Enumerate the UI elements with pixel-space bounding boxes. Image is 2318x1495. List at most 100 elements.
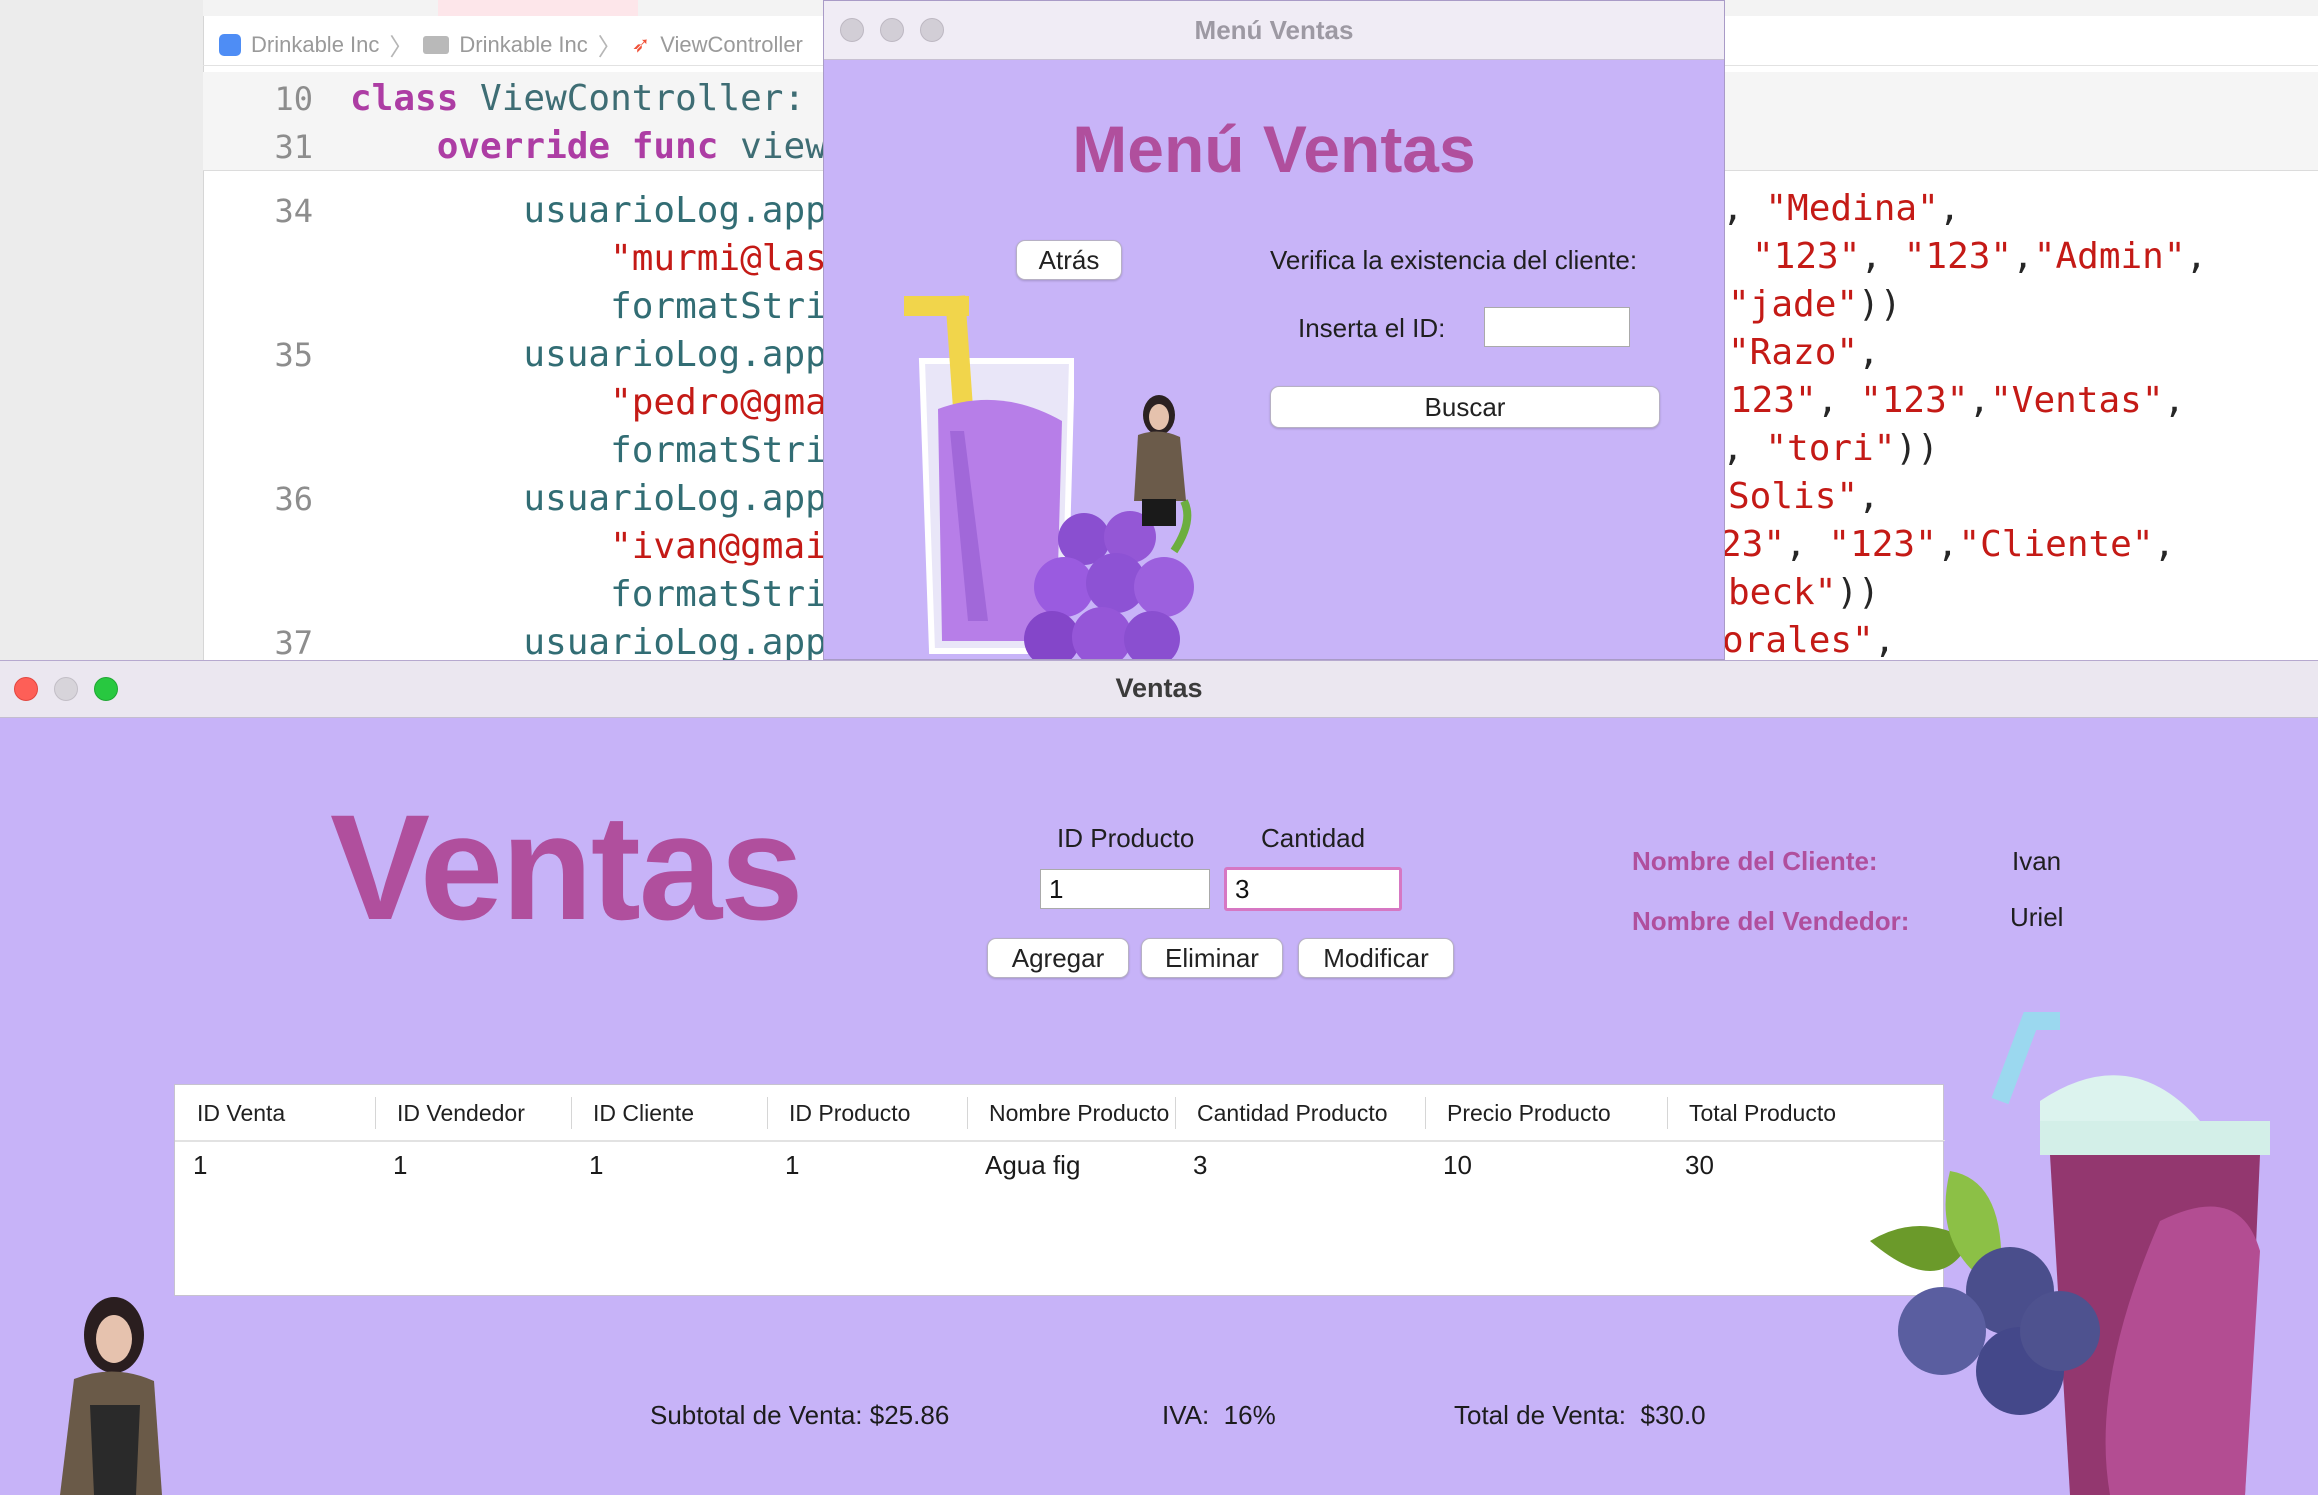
quantity-input[interactable]: 3 xyxy=(1224,867,1402,911)
code-line[interactable]: "ivan@gmai xyxy=(350,524,827,570)
code-token: , xyxy=(2153,524,2176,565)
code-line[interactable]: beck")) xyxy=(1728,570,1880,616)
code-line[interactable]: override func view xyxy=(350,124,827,170)
app-icon xyxy=(219,33,241,56)
code-line[interactable]: "Razo", xyxy=(1728,330,1880,376)
code-line[interactable]: formatStri xyxy=(350,572,827,618)
code-token: "Ventas" xyxy=(1990,380,2164,421)
code-token: "123" xyxy=(1903,236,2013,277)
code-line[interactable]: usuarioLog.app xyxy=(350,188,826,234)
code-token: "123" xyxy=(1752,236,1861,277)
column-header[interactable]: Precio Producto xyxy=(1425,1085,1667,1141)
table-cell[interactable]: 3 xyxy=(1175,1143,1425,1187)
add-button[interactable]: Agregar xyxy=(987,938,1129,978)
code-token: orales" xyxy=(1722,620,1874,660)
ventas-window: Ventas Ventas ID Producto Cantidad 1 3 A… xyxy=(0,660,2318,1495)
code-line[interactable]: formatStri xyxy=(350,428,827,474)
title-bar[interactable]: Menú Ventas xyxy=(824,1,1724,60)
table-cell[interactable]: 1 xyxy=(375,1143,571,1187)
code-token: , xyxy=(1938,188,1961,229)
modify-button[interactable]: Modificar xyxy=(1298,938,1454,978)
header-divider xyxy=(175,1141,1943,1142)
code-token: , xyxy=(1936,524,1959,565)
subtotal: Subtotal de Venta: $25.86 xyxy=(650,1400,949,1431)
column-header[interactable]: Cantidad Producto xyxy=(1175,1085,1425,1141)
subtotal-label: Subtotal de Venta: xyxy=(650,1400,863,1430)
code-line[interactable]: "jade")) xyxy=(1728,282,1901,328)
product-id-input[interactable]: 1 xyxy=(1040,869,1210,909)
code-line[interactable]: class ViewController: xyxy=(350,76,805,122)
column-header[interactable]: ID Cliente xyxy=(571,1085,767,1141)
folder-icon xyxy=(423,35,450,54)
code-token: Solis" xyxy=(1728,476,1859,517)
client-id-input[interactable] xyxy=(1484,307,1630,347)
code-token: formatStri xyxy=(350,286,827,327)
code-line[interactable]: orales", xyxy=(1722,618,1895,660)
client-name-label: Nombre del Cliente: xyxy=(1632,846,1878,876)
code-token: , xyxy=(1785,524,1829,565)
code-line[interactable]: "murmi@las xyxy=(350,236,827,282)
line-number: 10 xyxy=(274,80,313,118)
code-line[interactable]: "pedro@gma xyxy=(350,380,827,426)
column-divider[interactable] xyxy=(375,1097,376,1129)
code-line[interactable]: usuarioLog.app xyxy=(350,620,826,660)
code-token: , xyxy=(1858,476,1880,517)
column-divider[interactable] xyxy=(571,1097,572,1129)
search-button[interactable]: Buscar xyxy=(1270,386,1660,428)
column-divider[interactable] xyxy=(767,1097,768,1129)
code-token: ViewController: xyxy=(480,78,806,119)
total: Total de Venta: $30.0 xyxy=(1454,1400,1706,1431)
active-tab[interactable] xyxy=(438,0,638,16)
code-token: "ivan@gmai xyxy=(350,526,827,567)
code-token: "Cliente" xyxy=(1958,524,2154,565)
column-divider[interactable] xyxy=(967,1097,968,1129)
seller-name-label: Nombre del Vendedor: xyxy=(1632,906,1910,936)
code-token: formatStri xyxy=(350,430,827,471)
code-token: , xyxy=(1968,380,1991,421)
table-cell[interactable]: 1 xyxy=(571,1143,767,1187)
code-token: , xyxy=(1873,620,1896,660)
delete-button[interactable]: Eliminar xyxy=(1141,938,1283,978)
code-token: "jade" xyxy=(1728,284,1859,325)
column-header[interactable]: ID Producto xyxy=(767,1085,967,1141)
iva-label: IVA: xyxy=(1162,1400,1210,1430)
column-divider[interactable] xyxy=(1667,1097,1668,1129)
quantity-label: Cantidad xyxy=(1261,823,1366,853)
breadcrumb-item[interactable]: Drinkable Inc xyxy=(251,32,379,58)
table-cell[interactable]: Agua fig xyxy=(967,1143,1175,1187)
code-line[interactable]: usuarioLog.app xyxy=(350,476,826,522)
back-button[interactable]: Atrás xyxy=(1016,240,1122,280)
code-token: , xyxy=(2012,236,2034,277)
column-divider[interactable] xyxy=(1175,1097,1176,1129)
code-token: , xyxy=(1722,188,1766,229)
table-cell[interactable]: 1 xyxy=(175,1143,375,1187)
code-line[interactable]: 23", "123","Cliente", xyxy=(1720,522,2175,568)
column-header[interactable]: ID Vendedor xyxy=(375,1085,571,1141)
person-photo xyxy=(60,1297,162,1495)
code-line[interactable]: , "tori")) xyxy=(1722,426,1939,472)
sales-table[interactable]: ID Venta ID Vendedor ID Cliente ID Producto… xyxy=(174,1084,1945,1296)
code-line[interactable]: usuarioLog.app xyxy=(350,332,826,378)
code-token: beck" xyxy=(1728,572,1837,613)
code-line[interactable]: Solis", xyxy=(1728,474,1880,520)
table-cell[interactable]: 1 xyxy=(767,1143,967,1187)
breadcrumb-item[interactable]: ViewController xyxy=(660,32,803,58)
smoothie-cup-illustration xyxy=(1870,1012,2270,1495)
window-title: Ventas xyxy=(1115,673,1203,703)
line-number: 37 xyxy=(274,624,313,660)
line-number: 34 xyxy=(274,192,313,230)
code-line[interactable]: , "Medina", xyxy=(1722,186,1960,232)
code-token: "murmi@las xyxy=(350,238,827,279)
column-divider[interactable] xyxy=(1425,1097,1426,1129)
column-header[interactable]: Nombre Producto xyxy=(967,1085,1175,1141)
column-header[interactable]: ID Venta xyxy=(175,1085,375,1141)
code-line[interactable]: formatStri xyxy=(350,284,827,330)
code-token: formatStri xyxy=(350,574,827,615)
breadcrumb-item[interactable]: Drinkable Inc xyxy=(459,32,587,58)
code-line[interactable]: "123", "123","Admin", xyxy=(1752,234,2207,280)
title-bar[interactable]: Ventas xyxy=(0,661,2318,718)
code-line[interactable]: 123", "123","Ventas", xyxy=(1730,378,2185,424)
total-value: $30.0 xyxy=(1640,1400,1706,1430)
table-cell[interactable]: 10 xyxy=(1425,1143,1667,1187)
verify-client-label: Verifica la existencia del cliente: xyxy=(1270,245,1638,275)
